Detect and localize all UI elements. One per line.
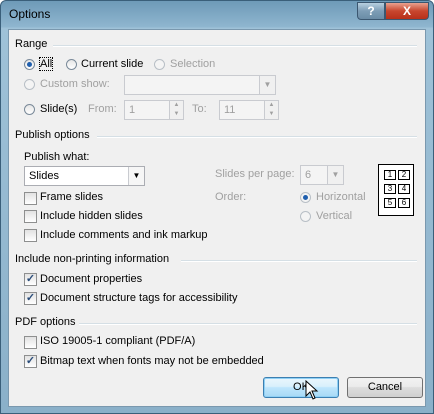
preview-cell: 5 <box>384 198 396 208</box>
to-value: 11 <box>224 104 236 116</box>
help-icon: ? <box>367 4 375 18</box>
spin-up-icon: ▲ <box>173 102 180 108</box>
dialog-title: Options <box>9 7 51 21</box>
close-icon: X <box>402 4 411 18</box>
iso-compliant-label[interactable]: ISO 19005-1 compliant (PDF/A) <box>40 335 195 347</box>
bitmap-text-checkbox[interactable]: ✓ <box>24 355 37 368</box>
publish-what-value: Slides <box>29 170 59 182</box>
frame-slides-label[interactable]: Frame slides <box>40 191 103 203</box>
slides-per-page-label: Slides per page: <box>215 168 295 180</box>
title-bar[interactable]: Options ? X <box>1 1 433 29</box>
to-spin-buttons[interactable]: ▲ ▼ <box>264 101 278 119</box>
preview-cell: 2 <box>398 170 410 180</box>
doc-properties-label[interactable]: Document properties <box>40 273 142 285</box>
nonprinting-header: Include non-printing information <box>15 253 170 265</box>
to-spinner[interactable]: 11 ▲ ▼ <box>219 100 279 120</box>
order-label: Order: <box>215 191 247 203</box>
range-selection-radio[interactable] <box>154 59 165 70</box>
range-header: Range <box>15 38 48 50</box>
nonprinting-divider <box>181 260 417 262</box>
order-vertical-radio[interactable] <box>300 211 311 222</box>
spin-down-icon: ▼ <box>268 111 275 117</box>
order-horizontal-radio[interactable] <box>300 192 311 203</box>
chevron-down-icon: ▼ <box>327 166 343 184</box>
options-dialog: Options ? X Range All Current slide Sele… <box>0 0 434 414</box>
pdf-divider <box>79 323 417 325</box>
include-comments-label[interactable]: Include comments and ink markup <box>40 229 208 241</box>
from-label: From: <box>88 103 117 115</box>
mouse-cursor-icon <box>305 380 319 400</box>
range-all-radio[interactable] <box>24 59 35 70</box>
doc-structure-checkbox[interactable]: ✓ <box>24 292 37 305</box>
help-button[interactable]: ? <box>357 2 385 20</box>
order-horizontal-label[interactable]: Horizontal <box>316 191 366 203</box>
range-slides-radio[interactable] <box>24 104 35 115</box>
include-hidden-checkbox[interactable] <box>24 210 37 223</box>
from-spinner[interactable]: 1 ▲ ▼ <box>124 100 184 120</box>
publish-what-label: Publish what: <box>24 151 90 163</box>
range-slides-label[interactable]: Slide(s) <box>40 103 77 115</box>
custom-show-dropdown[interactable]: ▼ <box>124 75 276 95</box>
spin-up-icon: ▲ <box>268 102 275 108</box>
range-selection-label[interactable]: Selection <box>170 58 215 70</box>
include-comments-checkbox[interactable] <box>24 229 37 242</box>
ok-button[interactable]: OK <box>263 377 339 398</box>
preview-cell: 4 <box>398 184 410 194</box>
cancel-label: Cancel <box>367 381 403 393</box>
close-button[interactable]: X <box>385 2 429 20</box>
chevron-down-icon: ▼ <box>128 167 144 185</box>
slides-per-page-value: 6 <box>305 169 312 181</box>
preview-cell: 3 <box>384 184 396 194</box>
chevron-down-icon: ▼ <box>259 76 275 94</box>
range-divider <box>53 45 417 47</box>
bitmap-text-label[interactable]: Bitmap text when fonts may not be embedd… <box>40 355 264 367</box>
iso-compliant-checkbox[interactable] <box>24 336 37 349</box>
order-vertical-label[interactable]: Vertical <box>316 210 352 222</box>
page-layout-preview: 1 2 3 4 5 6 <box>378 164 414 216</box>
spin-down-icon: ▼ <box>173 111 180 117</box>
preview-cell: 1 <box>384 170 396 180</box>
frame-slides-checkbox[interactable] <box>24 192 37 205</box>
range-custom-show-radio[interactable] <box>24 79 35 90</box>
range-current-slide-radio[interactable] <box>66 59 77 70</box>
include-hidden-label[interactable]: Include hidden slides <box>40 210 143 222</box>
cancel-button[interactable]: Cancel <box>347 377 423 398</box>
preview-cell: 6 <box>398 198 410 208</box>
publish-options-header: Publish options <box>15 129 90 141</box>
dialog-body: Range All Current slide Selection Custom… <box>8 29 426 407</box>
publish-what-dropdown[interactable]: Slides ▼ <box>24 166 145 186</box>
pdf-options-header: PDF options <box>15 316 76 328</box>
from-value: 1 <box>129 104 136 116</box>
doc-structure-label[interactable]: Document structure tags for accessibilit… <box>40 292 237 304</box>
doc-properties-checkbox[interactable]: ✓ <box>24 273 37 286</box>
range-custom-show-label[interactable]: Custom show: <box>40 78 110 90</box>
publish-divider <box>97 136 417 138</box>
range-all-label[interactable]: All <box>38 57 54 71</box>
slides-per-page-dropdown[interactable]: 6 ▼ <box>300 165 344 185</box>
from-spin-buttons[interactable]: ▲ ▼ <box>169 101 183 119</box>
to-label: To: <box>192 103 207 115</box>
range-current-slide-label[interactable]: Current slide <box>81 58 143 70</box>
